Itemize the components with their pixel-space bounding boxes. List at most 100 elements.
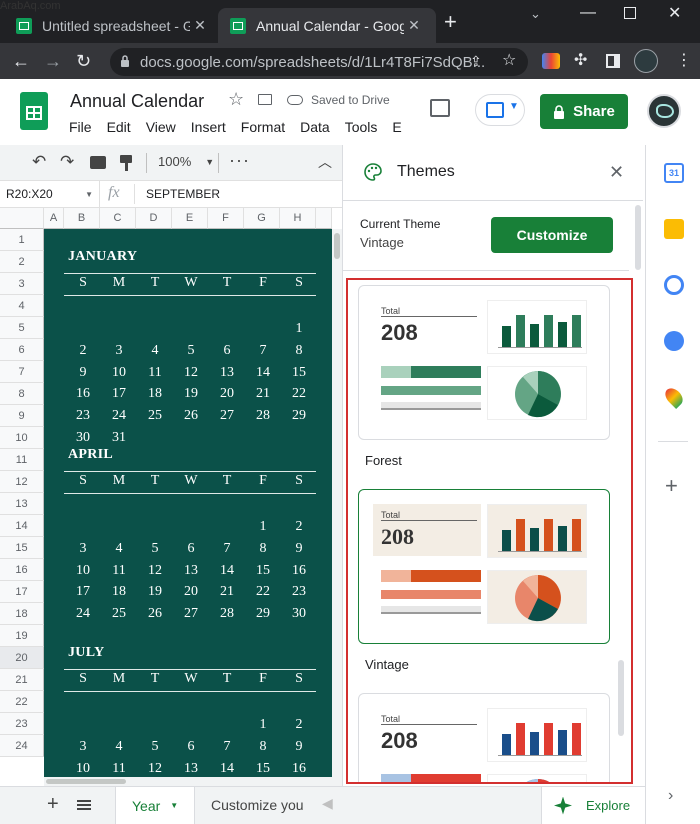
calendar-day[interactable]: 23 [286,584,312,600]
row-header[interactable]: 24 [0,735,44,757]
calendar-day[interactable]: 8 [250,541,276,557]
calendar-day[interactable]: 28 [250,408,276,424]
row-header[interactable]: 1 [0,229,44,251]
calendar-day[interactable]: 6 [214,343,240,359]
calendar-day[interactable]: 8 [250,739,276,755]
calendar-grid[interactable]: JANUARY S M T W T F S 1 2 3 4 5 6 7 8 9 10 11 12 13 14 15 16 17 1… [44,229,332,777]
close-panel-icon[interactable]: ✕ [609,162,624,183]
calendar-day[interactable]: 25 [142,408,168,424]
calendar-day[interactable]: 20 [178,584,204,600]
row-header[interactable]: 4 [0,295,44,317]
calendar-day[interactable]: 20 [214,386,240,402]
explore-button[interactable]: Explore [541,787,645,824]
sheet-tab-customize[interactable]: Customize you [211,797,304,813]
reload-icon[interactable]: ↻ [76,52,91,70]
name-box[interactable]: R20:X20 ▼ [0,181,100,207]
horizontal-scrollbar[interactable] [44,777,342,786]
calendar-day[interactable]: 9 [70,365,96,381]
theme-name[interactable]: Forest [365,453,402,468]
calendar-day[interactable]: 3 [70,739,96,755]
theme-name[interactable]: Vintage [365,657,409,672]
all-sheets-icon[interactable] [77,800,91,810]
column-header[interactable]: B [64,208,100,229]
calendar-day[interactable]: 21 [250,386,276,402]
theme-card[interactable]: Total 208 [358,489,610,644]
calendar-day[interactable]: 24 [70,606,96,622]
calendar-day[interactable]: 31 [106,430,132,446]
vertical-scrollbar[interactable] [332,229,342,777]
calendar-day[interactable]: 2 [70,343,96,359]
add-addon-icon[interactable]: + [665,473,678,499]
scroll-thumb[interactable] [635,205,641,270]
menu-extensions[interactable]: E [392,119,401,135]
calendar-day[interactable]: 14 [214,563,240,579]
close-tab-icon[interactable]: ✕ [404,17,424,34]
row-header[interactable]: 18 [0,603,44,625]
row-header[interactable]: 10 [0,427,44,449]
calendar-day[interactable]: 13 [178,761,204,777]
calendar-day[interactable]: 10 [70,563,96,579]
menu-tools[interactable]: Tools [345,119,378,135]
calendar-day[interactable]: 6 [178,739,204,755]
url-field[interactable]: docs.google.com/spreadsheets/d/1Lr4T8Fi7… [110,48,528,76]
theme-card[interactable]: Total 208 [358,285,610,440]
calendar-day[interactable]: 26 [178,408,204,424]
calendar-day[interactable]: 19 [142,584,168,600]
calendar-day[interactable]: 21 [214,584,240,600]
extensions-puzzle-icon[interactable]: ✣ [574,52,587,70]
calendar-day[interactable]: 24 [106,408,132,424]
calendar-day[interactable]: 3 [70,541,96,557]
calendar-day[interactable]: 12 [178,365,204,381]
tasks-icon[interactable] [664,275,684,295]
column-header[interactable]: E [172,208,208,229]
calendar-day[interactable]: 9 [286,739,312,755]
theme-card[interactable]: Total 208 [358,693,610,782]
calendar-day[interactable]: 30 [70,430,96,446]
doc-title[interactable]: Annual Calendar [70,91,204,112]
menu-view[interactable]: View [146,119,176,135]
sheet-tab-year[interactable]: Year ▼ [115,787,195,824]
menu-edit[interactable]: Edit [107,119,131,135]
contacts-icon[interactable] [664,331,684,351]
calendar-day[interactable]: 18 [106,584,132,600]
back-icon[interactable]: ← [12,52,30,70]
calendar-day[interactable]: 4 [106,541,132,557]
sheets-logo-icon[interactable] [20,92,48,130]
formula-input[interactable]: SEPTEMBER [146,187,220,201]
calendar-day[interactable]: 25 [106,606,132,622]
calendar-day[interactable]: 13 [214,365,240,381]
calendar-day[interactable]: 12 [142,761,168,777]
tab-search-icon[interactable]: ⌄ [530,6,541,22]
close-window-icon[interactable]: ✕ [668,3,681,23]
share-page-icon[interactable]: ⇪ [470,52,482,70]
calendar-day[interactable]: 3 [106,343,132,359]
row-header[interactable]: 6 [0,339,44,361]
calendar-day[interactable]: 10 [106,365,132,381]
calendar-day[interactable]: 29 [286,408,312,424]
calendar-icon[interactable]: 31 [664,163,684,183]
row-header[interactable]: 5 [0,317,44,339]
extension-icon[interactable] [542,53,560,69]
calendar-day[interactable]: 17 [70,584,96,600]
calendar-day[interactable]: 2 [286,519,312,535]
calendar-day[interactable]: 15 [250,563,276,579]
user-avatar[interactable] [647,94,681,128]
row-header[interactable]: 3 [0,273,44,295]
calendar-day[interactable]: 22 [286,386,312,402]
calendar-day[interactable]: 8 [286,343,312,359]
calendar-day[interactable]: 7 [214,541,240,557]
calendar-day[interactable]: 16 [286,563,312,579]
calendar-day[interactable]: 5 [142,739,168,755]
calendar-day[interactable]: 18 [142,386,168,402]
row-header[interactable]: 12 [0,471,44,493]
menu-data[interactable]: Data [300,119,330,135]
list-scroll-thumb[interactable] [618,660,624,736]
calendar-day[interactable]: 16 [70,386,96,402]
row-header[interactable]: 16 [0,559,44,581]
calendar-day[interactable]: 14 [214,761,240,777]
calendar-day[interactable]: 14 [250,365,276,381]
calendar-day[interactable]: 13 [178,563,204,579]
calendar-day[interactable]: 15 [250,761,276,777]
maps-icon[interactable] [661,384,687,410]
calendar-day[interactable]: 5 [142,541,168,557]
